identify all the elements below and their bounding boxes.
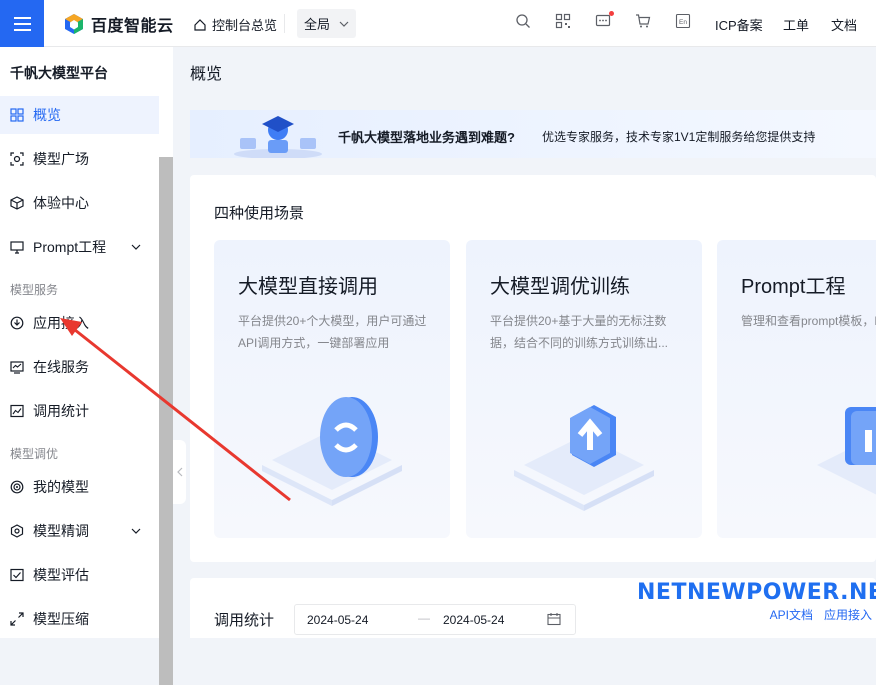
chevron-down-icon	[131, 528, 141, 534]
scope-select[interactable]: 全局	[297, 9, 356, 38]
sidebar-item-label: 模型评估	[33, 567, 89, 583]
compress-icon	[10, 612, 24, 626]
scope-select-value: 全局	[303, 17, 330, 32]
expert-illustration-icon	[234, 116, 322, 158]
sidebar-item-model-compression[interactable]: 模型压缩	[0, 600, 159, 638]
search-icon[interactable]	[515, 13, 531, 29]
banner-subtext: 优选专家服务，技术专家1V1定制服务给您提供支持	[542, 130, 816, 144]
start-date[interactable]: 2024-05-24	[307, 613, 368, 627]
sidebar-item-label: 在线服务	[33, 359, 89, 375]
sidebar-item-label: 应用接入	[33, 315, 89, 331]
date-range-picker[interactable]: 2024-05-24 — 2024-05-24	[294, 604, 576, 635]
evaluation-icon	[10, 568, 24, 582]
sidebar-item-online-service[interactable]: 在线服务	[0, 348, 159, 386]
message-icon[interactable]	[595, 11, 614, 29]
sidebar-item-call-statistics[interactable]: 调用统计	[0, 392, 159, 430]
hexagon-icon	[10, 524, 24, 538]
docs-link[interactable]: 文档	[831, 15, 857, 34]
sidebar-item-my-models[interactable]: 我的模型	[0, 468, 159, 506]
card-title: 大模型调优训练	[490, 276, 630, 298]
expert-service-banner[interactable]: 千帆大模型落地业务遇到难题? 优选专家服务，技术专家1V1定制服务给您提供支持	[190, 110, 876, 158]
banner-headline: 千帆大模型落地业务遇到难题?	[338, 130, 515, 145]
brand-name: 百度智能云	[91, 18, 174, 35]
sidebar-item-label: 体验中心	[33, 195, 89, 211]
chevron-down-icon	[339, 21, 349, 27]
card-description: 平台提供20+个大模型，用户可通过API调用方式，一键部署应用	[238, 314, 427, 350]
brand-logo[interactable]: 百度智能云	[63, 12, 174, 36]
sidebar-group-model-tuning: 模型调优	[10, 447, 59, 461]
sidebar-group-model-services: 模型服务	[10, 283, 59, 297]
sidebar-collapse-toggle[interactable]	[173, 440, 186, 504]
console-overview-link[interactable]: 控制台总览	[193, 15, 277, 34]
stats-title: 调用统计	[214, 612, 275, 629]
sidebar-item-overview[interactable]: 概览	[0, 96, 159, 134]
sidebar: 千帆大模型平台 概览 模型广场 体验中心 Prompt工程 模型服务 应用接入 …	[0, 47, 173, 685]
upload-illustration-icon	[514, 405, 654, 511]
shopping-cart-icon[interactable]	[635, 13, 651, 29]
console-overview-label: 控制台总览	[212, 18, 278, 33]
usage-scenarios-panel: 四种使用场景 大模型直接调用 平台提供20+个大模型，用户可通过API调用方式，…	[190, 175, 876, 562]
chevron-down-icon	[131, 244, 141, 250]
scenario-card-tuning-training[interactable]: 大模型调优训练 平台提供20+基于大量的无标注数据，结合不同的训练方式训练出..…	[466, 240, 702, 538]
sidebar-item-label: 模型广场	[33, 151, 89, 167]
target-icon	[10, 480, 24, 494]
sidebar-item-model-evaluation[interactable]: 模型评估	[0, 556, 159, 594]
language-switch-icon[interactable]: En	[675, 13, 691, 29]
scenarios-title: 四种使用场景	[214, 205, 305, 222]
grid-icon	[10, 108, 24, 122]
scenario-card-direct-call[interactable]: 大模型直接调用 平台提供20+个大模型，用户可通过API调用方式，一键部署应用	[214, 240, 450, 538]
date-separator: —	[418, 611, 430, 625]
download-circle-icon	[10, 316, 24, 330]
prompt-icon	[10, 241, 24, 254]
sidebar-item-label: 模型压缩	[33, 611, 89, 627]
svg-text:En: En	[679, 19, 687, 26]
model-square-icon	[10, 152, 24, 166]
sidebar-item-label: 模型精调	[33, 523, 89, 539]
statistics-icon	[10, 404, 24, 418]
notification-dot	[609, 11, 614, 16]
cloud-logo-icon	[65, 14, 83, 34]
page-title: 概览	[190, 66, 223, 83]
sidebar-item-fine-tuning[interactable]: 模型精调	[0, 512, 159, 550]
sidebar-item-label: 调用统计	[33, 403, 89, 419]
qr-code-icon[interactable]	[555, 13, 571, 29]
exchange-illustration-icon	[262, 397, 402, 506]
sidebar-item-experience-center[interactable]: 体验中心	[0, 184, 159, 222]
site-watermark: NETNEWPOWER.NET	[637, 580, 876, 605]
end-date[interactable]: 2024-05-24	[443, 613, 504, 627]
ticket-link[interactable]: 工单	[783, 15, 809, 34]
sidebar-item-label: 概览	[33, 107, 61, 123]
calendar-icon[interactable]	[547, 612, 561, 626]
chevron-left-icon	[176, 467, 182, 477]
top-navigation-bar: 百度智能云 控制台总览 全局 En ICP备案 工单 文档	[0, 0, 876, 47]
sidebar-scrollbar[interactable]	[159, 157, 173, 685]
card-title: 大模型直接调用	[238, 276, 378, 298]
hamburger-menu-button[interactable]	[0, 0, 44, 47]
home-icon	[194, 18, 206, 31]
scenario-card-prompt-engineering[interactable]: Prompt工程 管理和查看prompt模板，Prompt内容质量和结构上	[717, 240, 876, 538]
sidebar-item-app-access[interactable]: 应用接入	[0, 304, 159, 342]
sidebar-item-model-square[interactable]: 模型广场	[0, 140, 159, 178]
header-divider	[284, 14, 285, 33]
card-title: Prompt工程	[741, 276, 846, 298]
app-access-link[interactable]: 应用接入	[824, 606, 872, 623]
monitor-chart-icon	[10, 361, 24, 374]
sidebar-item-prompt-engineering[interactable]: Prompt工程	[0, 228, 159, 266]
info-illustration-icon	[817, 407, 876, 495]
card-description: 平台提供20+基于大量的无标注数据，结合不同的训练方式训练出...	[490, 314, 669, 350]
card-description: 管理和查看prompt模板，Prompt内容质量和结构上	[741, 314, 876, 328]
sidebar-title: 千帆大模型平台	[10, 65, 108, 81]
icp-filing-link[interactable]: ICP备案	[715, 15, 763, 34]
api-docs-link[interactable]: API文档	[770, 606, 813, 623]
sidebar-item-label: 我的模型	[33, 479, 89, 495]
sidebar-item-label: Prompt工程	[33, 239, 107, 255]
cube-icon	[10, 196, 24, 210]
